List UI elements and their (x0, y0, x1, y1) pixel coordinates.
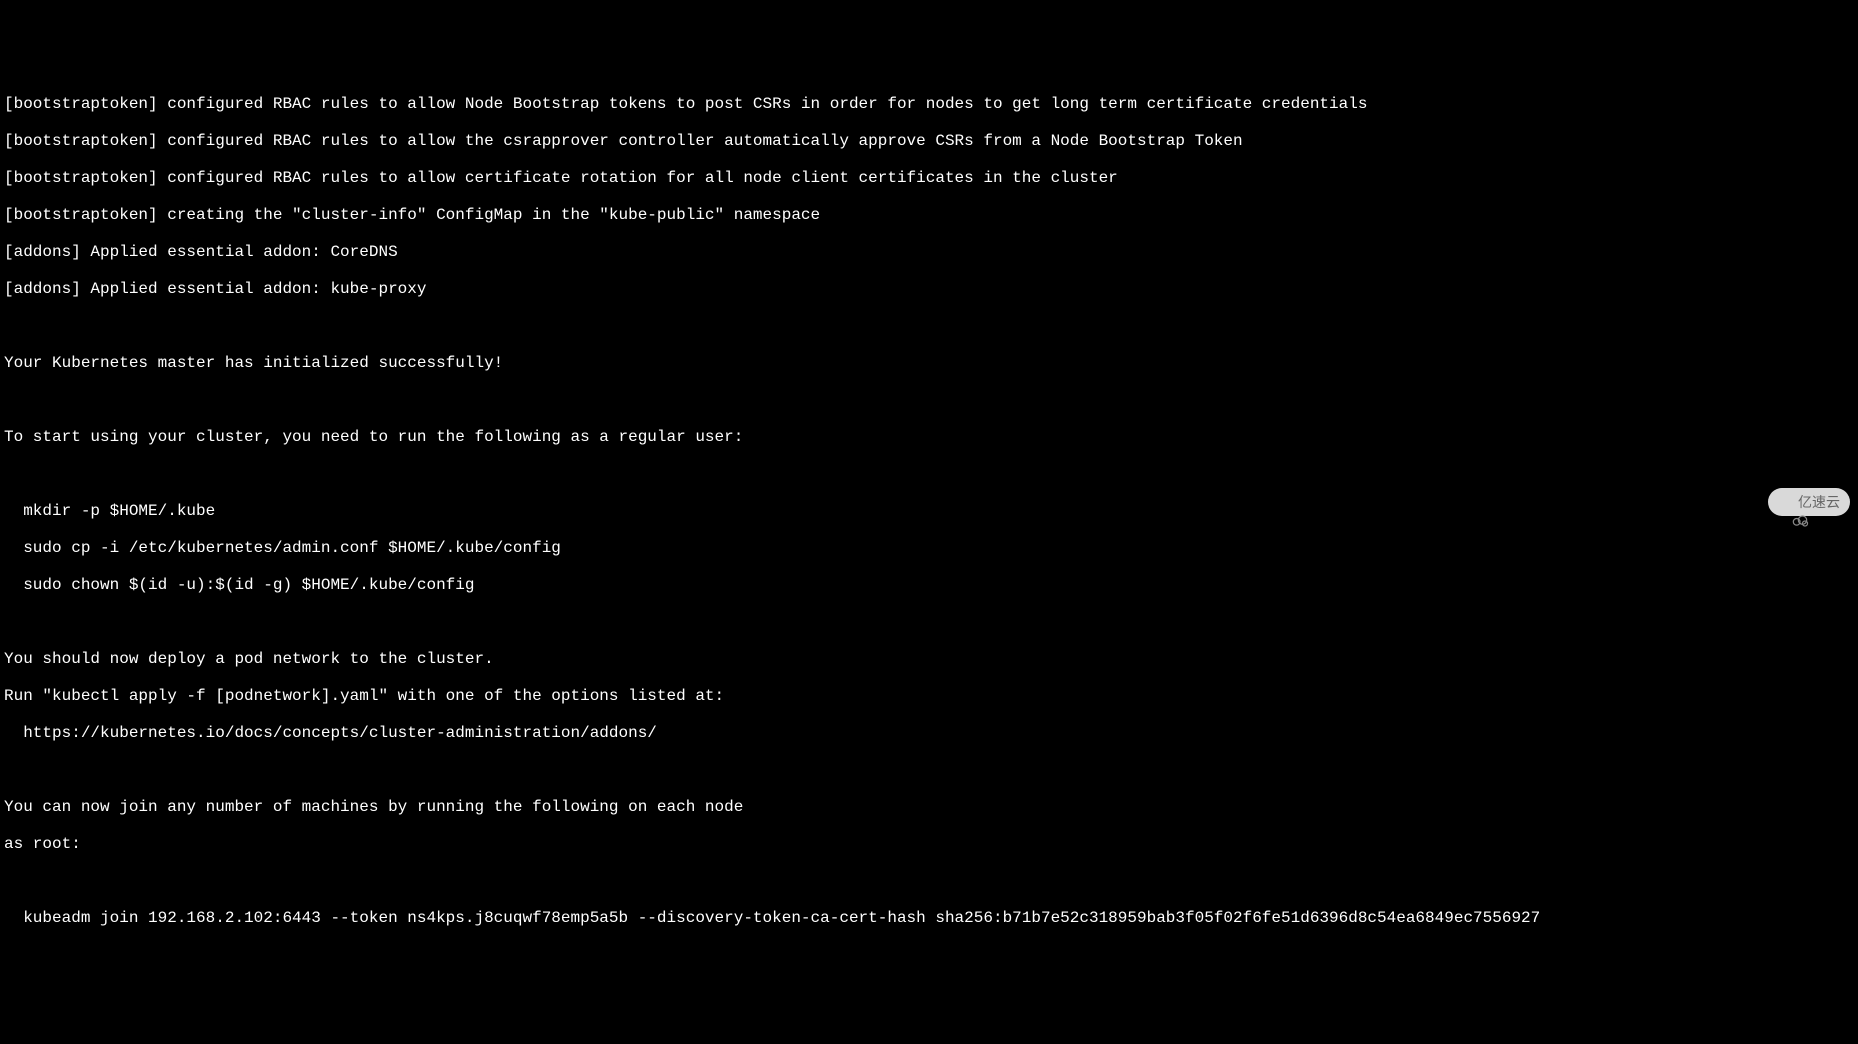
terminal-line (4, 465, 1858, 484)
terminal-line: sudo cp -i /etc/kubernetes/admin.conf $H… (4, 539, 1858, 558)
terminal-line: Run "kubectl apply -f [podnetwork].yaml"… (4, 687, 1858, 706)
terminal-line: [bootstraptoken] configured RBAC rules t… (4, 95, 1858, 114)
watermark-text: 亿速云 (1798, 493, 1840, 512)
terminal-line: https://kubernetes.io/docs/concepts/clus… (4, 724, 1858, 743)
terminal-line: Your Kubernetes master has initialized s… (4, 354, 1858, 373)
terminal-line: [bootstraptoken] configured RBAC rules t… (4, 169, 1858, 188)
terminal-line (4, 613, 1858, 632)
terminal-output[interactable]: [bootstraptoken] configured RBAC rules t… (0, 76, 1858, 946)
terminal-line: [bootstraptoken] configured RBAC rules t… (4, 132, 1858, 151)
cloud-icon (1774, 492, 1794, 512)
terminal-line: as root: (4, 835, 1858, 854)
terminal-line (4, 391, 1858, 410)
terminal-line: mkdir -p $HOME/.kube (4, 502, 1858, 521)
terminal-line: [bootstraptoken] creating the "cluster-i… (4, 206, 1858, 225)
terminal-line: [addons] Applied essential addon: CoreDN… (4, 243, 1858, 262)
terminal-line (4, 872, 1858, 891)
watermark-badge: 亿速云 (1768, 488, 1850, 516)
terminal-line (4, 317, 1858, 336)
terminal-line: To start using your cluster, you need to… (4, 428, 1858, 447)
terminal-line: kubeadm join 192.168.2.102:6443 --token … (4, 909, 1858, 928)
terminal-line: You should now deploy a pod network to t… (4, 650, 1858, 669)
terminal-line (4, 761, 1858, 780)
terminal-line: You can now join any number of machines … (4, 798, 1858, 817)
terminal-line: [addons] Applied essential addon: kube-p… (4, 280, 1858, 299)
terminal-line: sudo chown $(id -u):$(id -g) $HOME/.kube… (4, 576, 1858, 595)
